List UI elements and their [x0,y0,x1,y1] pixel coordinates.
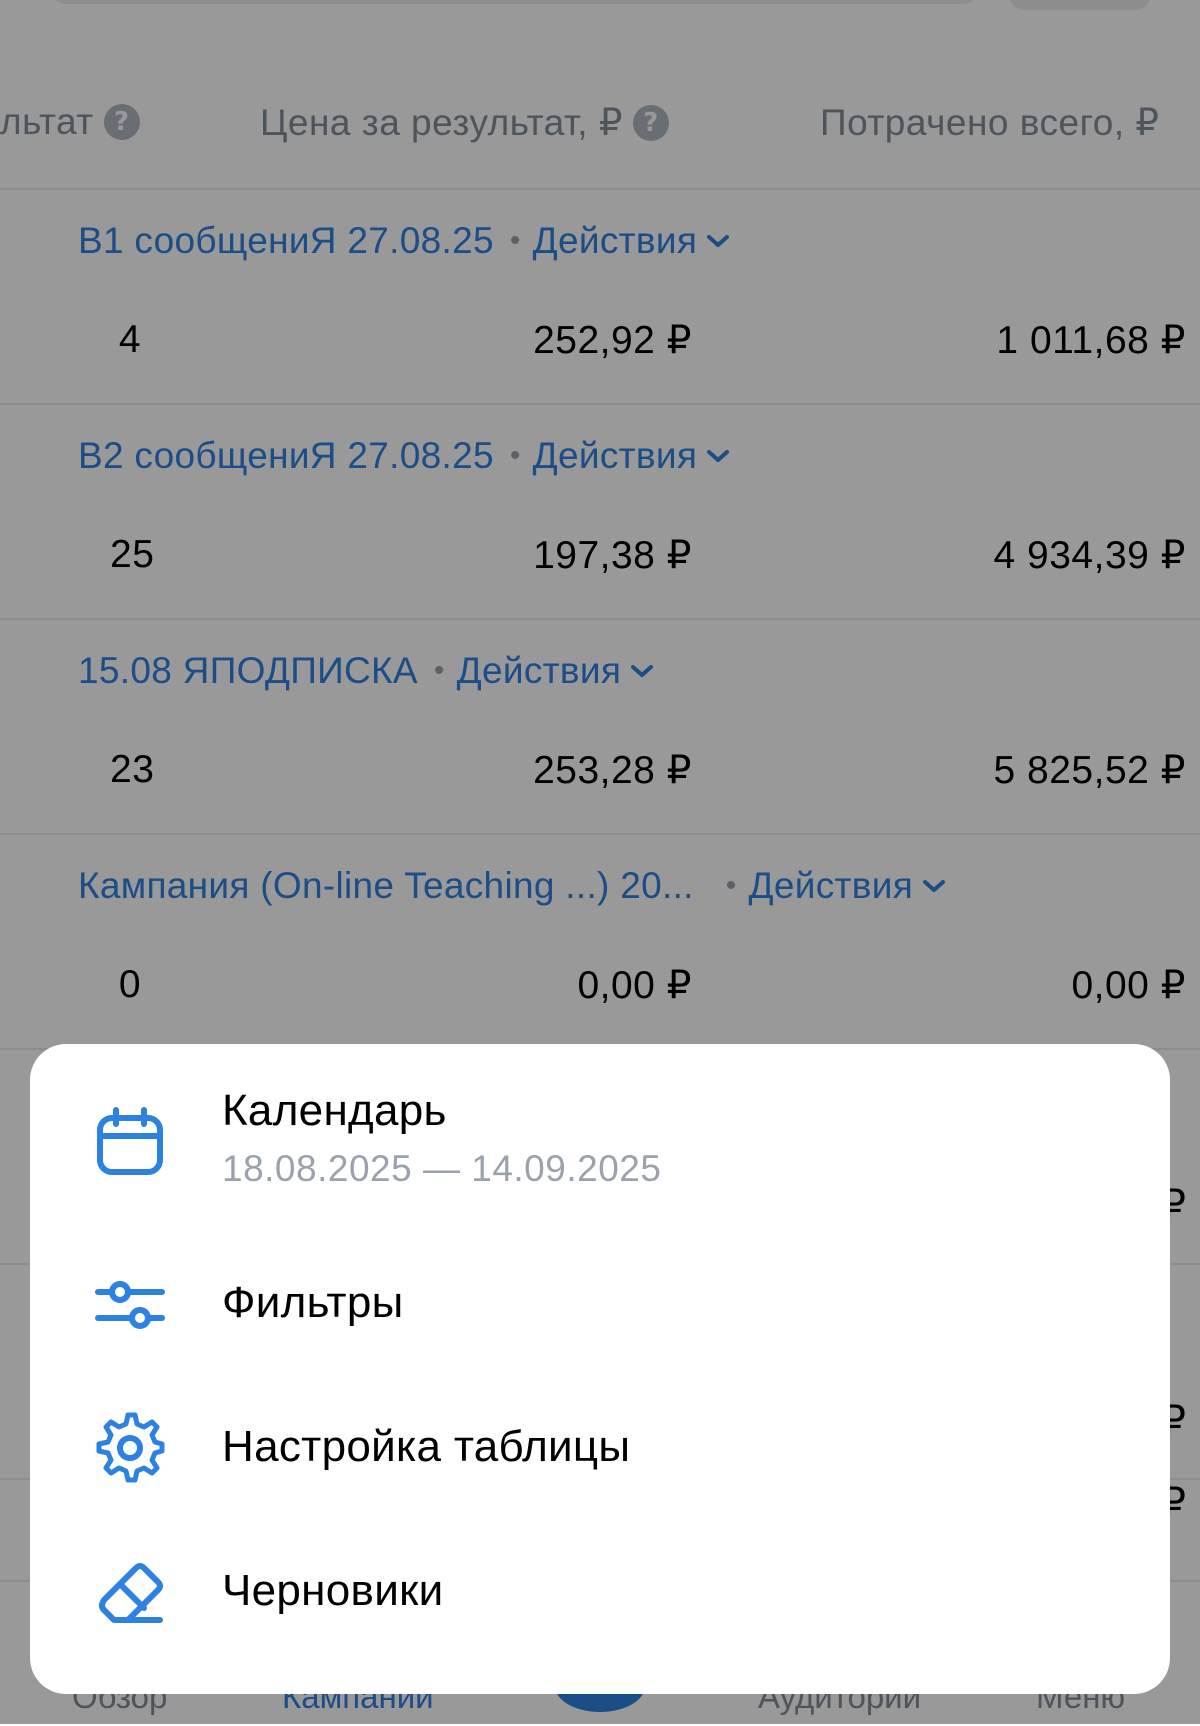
options-sheet: Календарь 18.08.2025 — 14.09.2025 Фильтр… [30,1044,1170,1694]
sliders-icon [95,1281,165,1329]
menu-item-table-settings[interactable]: Настройка таблицы [30,1394,1170,1524]
menu-item-filters-label: Фильтры [222,1278,404,1327]
menu-item-calendar-label: Календарь [222,1086,447,1135]
calendar-icon [97,1107,163,1175]
gear-icon [96,1412,165,1483]
menu-item-drafts-label: Черновики [222,1566,444,1615]
menu-item-calendar[interactable]: Календарь 18.08.2025 — 14.09.2025 [30,1084,1170,1214]
eraser-icon [99,1563,163,1623]
menu-item-drafts[interactable]: Черновики [30,1538,1170,1668]
menu-item-filters[interactable]: Фильтры [30,1250,1170,1380]
menu-item-table-settings-label: Настройка таблицы [222,1422,631,1471]
calendar-date-range: 18.08.2025 — 14.09.2025 [222,1148,662,1189]
